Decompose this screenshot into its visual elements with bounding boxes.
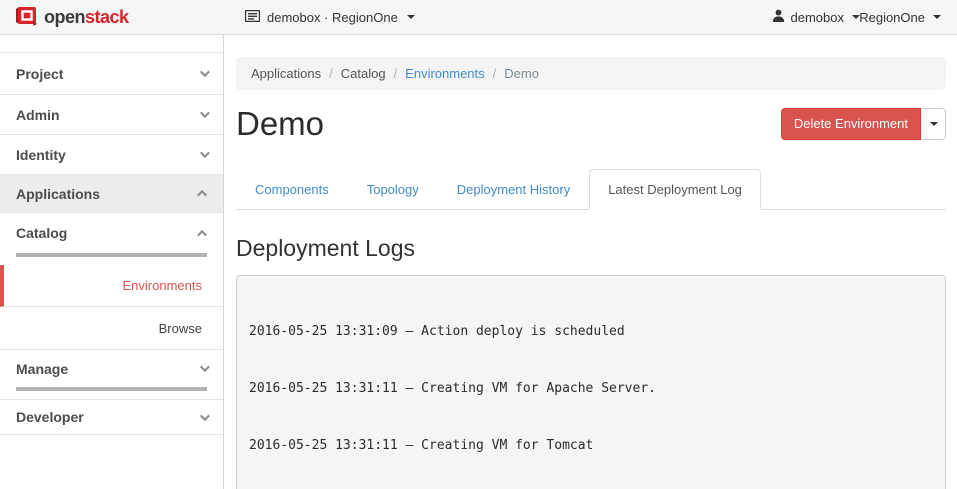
log-line: 2016-05-25 13:31:09 — Action deploy is s… bbox=[249, 322, 933, 341]
user-menu-label: demobox bbox=[791, 10, 844, 25]
region-menu-label: RegionOne bbox=[859, 10, 925, 25]
deployment-log-panel: 2016-05-25 13:31:09 — Action deploy is s… bbox=[236, 275, 946, 489]
delete-environment-split-button: Delete Environment bbox=[781, 108, 946, 140]
chevron-down-icon bbox=[200, 362, 210, 372]
breadcrumb-catalog: Catalog bbox=[341, 66, 386, 81]
project-region-switcher[interactable]: demobox · RegionOne bbox=[245, 0, 415, 34]
log-line: 2016-05-25 13:31:11 — Creating VM for To… bbox=[249, 436, 933, 455]
deployment-logs-heading: Deployment Logs bbox=[236, 235, 946, 262]
sidebar-item-identity[interactable]: Identity bbox=[0, 135, 223, 175]
breadcrumb-applications: Applications bbox=[251, 66, 321, 81]
chevron-down-icon bbox=[933, 15, 941, 19]
sidebar-item-catalog[interactable]: Catalog bbox=[0, 213, 223, 253]
tab-topology[interactable]: Topology bbox=[348, 169, 438, 210]
log-line: 2016-05-25 13:31:11 — Creating VM for Ap… bbox=[249, 379, 933, 398]
sidebar: Project Admin Identity Applications Cata… bbox=[0, 35, 224, 489]
chevron-up-icon bbox=[197, 190, 207, 200]
tab-components[interactable]: Components bbox=[236, 169, 348, 210]
catalog-group-indicator bbox=[16, 253, 207, 257]
sidebar-item-developer[interactable]: Developer bbox=[0, 400, 223, 435]
chevron-down-icon bbox=[200, 108, 210, 118]
chevron-down-icon bbox=[930, 122, 938, 126]
sidebar-item-environments[interactable]: Environments bbox=[0, 265, 223, 307]
delete-environment-dropdown-toggle[interactable] bbox=[921, 108, 946, 140]
sidebar-scroll-edge bbox=[0, 35, 223, 53]
openstack-logo[interactable]: openstack bbox=[14, 5, 129, 30]
sidebar-item-browse[interactable]: Browse bbox=[0, 307, 223, 349]
sidebar-item-manage[interactable]: Manage bbox=[0, 349, 223, 387]
tab-latest-deployment-log[interactable]: Latest Deployment Log bbox=[589, 169, 761, 210]
page-title: Demo bbox=[236, 107, 324, 140]
sidebar-item-applications[interactable]: Applications bbox=[0, 175, 223, 213]
chevron-down-icon bbox=[200, 411, 210, 421]
breadcrumb: Applications / Catalog / Environments / … bbox=[236, 57, 946, 90]
breadcrumb-environments-link[interactable]: Environments bbox=[405, 66, 484, 81]
openstack-logo-text: openstack bbox=[44, 7, 129, 28]
project-region-label: demobox · RegionOne bbox=[267, 10, 398, 25]
delete-environment-button[interactable]: Delete Environment bbox=[781, 108, 921, 140]
tab-deployment-history[interactable]: Deployment History bbox=[438, 169, 589, 210]
openstack-logo-icon bbox=[14, 4, 38, 32]
sidebar-item-admin[interactable]: Admin bbox=[0, 95, 223, 135]
region-menu[interactable]: RegionOne bbox=[859, 0, 941, 34]
sidebar-item-project[interactable]: Project bbox=[0, 53, 223, 95]
chevron-down-icon bbox=[407, 15, 415, 19]
user-icon bbox=[772, 9, 785, 25]
display-icon bbox=[245, 10, 260, 25]
top-navbar: openstack demobox · RegionOne demobox Re… bbox=[0, 0, 957, 35]
chevron-down-icon bbox=[200, 67, 210, 77]
chevron-down-icon bbox=[200, 148, 210, 158]
divider bbox=[0, 391, 223, 400]
title-row: Demo Delete Environment bbox=[236, 107, 946, 140]
main-content: Applications / Catalog / Environments / … bbox=[225, 35, 957, 489]
tab-bar: Components Topology Deployment History L… bbox=[236, 169, 946, 210]
user-menu[interactable]: demobox bbox=[772, 0, 860, 34]
breadcrumb-current: Demo bbox=[504, 66, 539, 81]
chevron-up-icon bbox=[197, 229, 207, 239]
